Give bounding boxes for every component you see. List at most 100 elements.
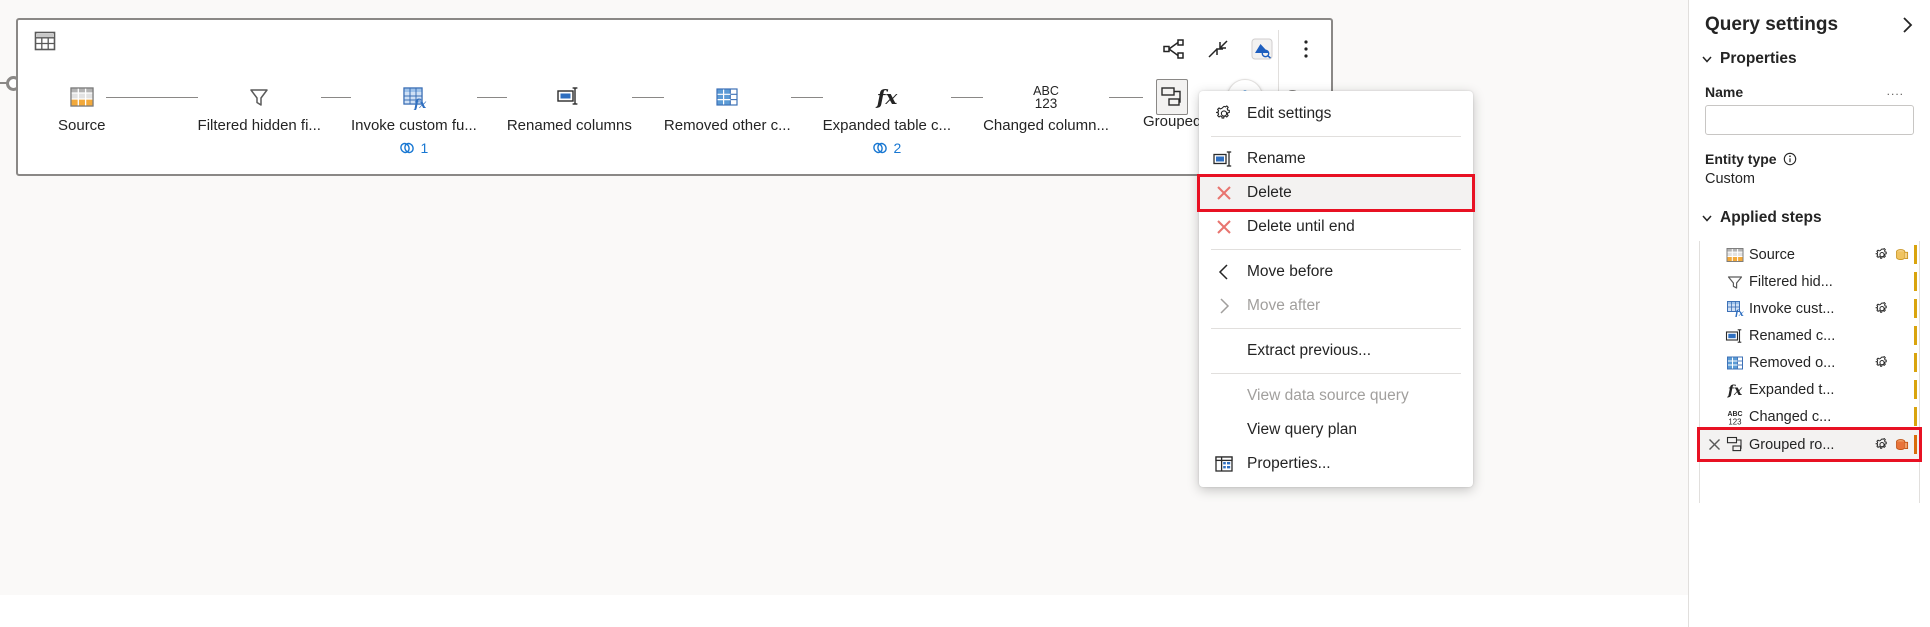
rename-icon <box>1211 148 1237 170</box>
more-options-icon[interactable] <box>1291 34 1321 64</box>
chevron-right-icon[interactable] <box>1900 16 1914 34</box>
applied-step-label: Renamed c... <box>1749 327 1836 344</box>
properties-icon <box>1211 453 1237 475</box>
menu-item-delete[interactable]: Delete <box>1197 174 1475 212</box>
menu-item-label: View data source query <box>1247 387 1409 404</box>
step-rail <box>1914 326 1917 345</box>
delete-x-icon <box>1211 182 1237 204</box>
menu-separator <box>1211 249 1461 250</box>
link-chain-icon <box>872 141 888 155</box>
section-applied-steps[interactable]: Applied steps <box>1689 203 1930 233</box>
flow-step-renamed-columns[interactable]: Renamed columns <box>507 82 632 136</box>
step-rail <box>1914 380 1917 399</box>
delete-step-icon[interactable] <box>1704 437 1724 452</box>
menu-item-properties[interactable]: Properties... <box>1199 447 1473 481</box>
gear-icon[interactable] <box>1872 355 1892 371</box>
applied-step-filtered-hidden[interactable]: Filtered hid... <box>1700 268 1919 295</box>
menu-item-move-before[interactable]: Move before <box>1199 255 1473 289</box>
flow-step-label: Invoke custom fu... <box>350 117 477 134</box>
chevron-down-icon <box>1701 212 1713 224</box>
section-properties-label: Properties <box>1720 50 1797 67</box>
source-table-icon <box>1724 247 1746 263</box>
chevron-down-icon <box>1701 53 1713 65</box>
flow-step-invoke-custom-function[interactable]: fx Invoke custom fu... 1 <box>351 82 477 156</box>
menu-item-label: Extract previous... <box>1247 342 1372 359</box>
svg-text:fx: fx <box>1727 383 1743 398</box>
menu-item-label: Rename <box>1247 150 1306 167</box>
gear-icon[interactable] <box>1872 437 1892 453</box>
applied-step-changed-column-type[interactable]: ABC 123 Changed c... <box>1700 403 1919 430</box>
menu-item-label: Edit settings <box>1247 105 1332 122</box>
applied-step-renamed-columns[interactable]: Renamed c... <box>1700 322 1919 349</box>
applied-step-removed-other[interactable]: Removed o... <box>1700 349 1919 376</box>
flow-step-label: Changed column... <box>983 117 1109 134</box>
flow-step-expanded-table-column[interactable]: fx Expanded table c... 2 <box>823 82 951 156</box>
applied-step-invoke-custom[interactable]: fx Invoke cust... <box>1700 295 1919 322</box>
flow-step-source[interactable]: Source <box>58 82 106 136</box>
flow-step-grouped-rows[interactable]: Grouped <box>1142 79 1202 132</box>
applied-step-grouped-rows[interactable]: Grouped ro... <box>1697 427 1922 462</box>
flow-step-label: Source <box>58 117 106 134</box>
menu-item-label: Move before <box>1247 263 1334 280</box>
flow-step-label: Grouped <box>1142 113 1202 130</box>
flow-step-changed-column-type[interactable]: ABC 123 Changed column... <box>983 82 1109 136</box>
rename-columns-icon <box>554 82 584 112</box>
gear-icon[interactable] <box>1872 301 1892 317</box>
fx-icon: fx <box>872 82 902 112</box>
section-properties[interactable]: Properties <box>1689 44 1930 74</box>
applied-step-label: Grouped ro... <box>1749 436 1835 453</box>
menu-item-extract-previous[interactable]: Extract previous... <box>1199 334 1473 368</box>
source-table-icon <box>68 82 96 112</box>
section-applied-steps-label: Applied steps <box>1720 209 1822 226</box>
menu-separator <box>1211 328 1461 329</box>
flow-step-label: Removed other c... <box>663 117 791 134</box>
info-icon[interactable] <box>1783 152 1797 166</box>
flow-step-removed-other-columns[interactable]: Removed other c... <box>664 82 791 136</box>
flow-step-filtered-hidden-fields[interactable]: Filtered hidden fi... <box>198 82 321 136</box>
query-data-icon[interactable] <box>1247 34 1277 64</box>
step-rail <box>1914 435 1917 454</box>
menu-item-view-query-plan[interactable]: View query plan <box>1199 413 1473 447</box>
applied-step-source[interactable]: Source <box>1700 241 1919 268</box>
svg-text:fx: fx <box>875 85 899 109</box>
blank-icon <box>1211 385 1237 407</box>
flow-step-badge[interactable]: 2 <box>872 140 901 156</box>
menu-item-edit-settings[interactable]: Edit settings <box>1199 97 1473 131</box>
filter-funnel-icon <box>246 82 272 112</box>
blank-icon <box>1211 419 1237 441</box>
flow-step-badge-count: 2 <box>893 140 902 156</box>
collapse-icon[interactable] <box>1203 34 1233 64</box>
menu-item-move-after: Move after <box>1199 289 1473 323</box>
rename-columns-icon <box>1724 328 1746 344</box>
delete-x-icon <box>1211 216 1237 238</box>
name-field-wrap: .... <box>1689 84 1930 135</box>
entity-type-row: Entity type <box>1689 135 1930 169</box>
menu-item-delete-until-end[interactable]: Delete until end <box>1199 210 1473 244</box>
invoke-function-icon: fx <box>1724 300 1746 317</box>
group-rows-icon <box>1724 436 1746 453</box>
applied-step-label: Removed o... <box>1749 354 1836 371</box>
name-input[interactable] <box>1705 105 1914 135</box>
query-settings-panel: Query settings Properties Name .... Enti… <box>1688 0 1930 627</box>
menu-item-view-data-source-query: View data source query <box>1199 379 1473 413</box>
step-rail <box>1914 272 1917 291</box>
applied-step-expanded-table[interactable]: fx Expanded t... <box>1700 376 1919 403</box>
database-icon[interactable] <box>1892 437 1912 453</box>
filter-funnel-icon <box>1724 274 1746 290</box>
database-icon[interactable] <box>1892 247 1912 263</box>
step-rail <box>1914 353 1917 372</box>
diagram-view-icon[interactable] <box>1159 34 1189 64</box>
menu-separator <box>1211 136 1461 137</box>
table-icon <box>32 28 58 54</box>
applied-step-label: Expanded t... <box>1749 381 1835 398</box>
flow-connector <box>105 82 198 112</box>
menu-item-rename[interactable]: Rename <box>1199 142 1473 176</box>
menu-item-label: Delete until end <box>1247 218 1355 235</box>
group-rows-icon <box>1156 79 1189 115</box>
svg-text:fx: fx <box>413 97 427 110</box>
flow-step-badge[interactable]: 1 <box>399 140 428 156</box>
removed-columns-icon <box>1724 355 1746 371</box>
applied-steps-list: Source Filtered hid... fx Invoke cust...… <box>1697 241 1922 503</box>
step-flow: Source Filtered hidden fi... fx Invoke c… <box>58 79 1301 156</box>
gear-icon[interactable] <box>1872 247 1892 263</box>
